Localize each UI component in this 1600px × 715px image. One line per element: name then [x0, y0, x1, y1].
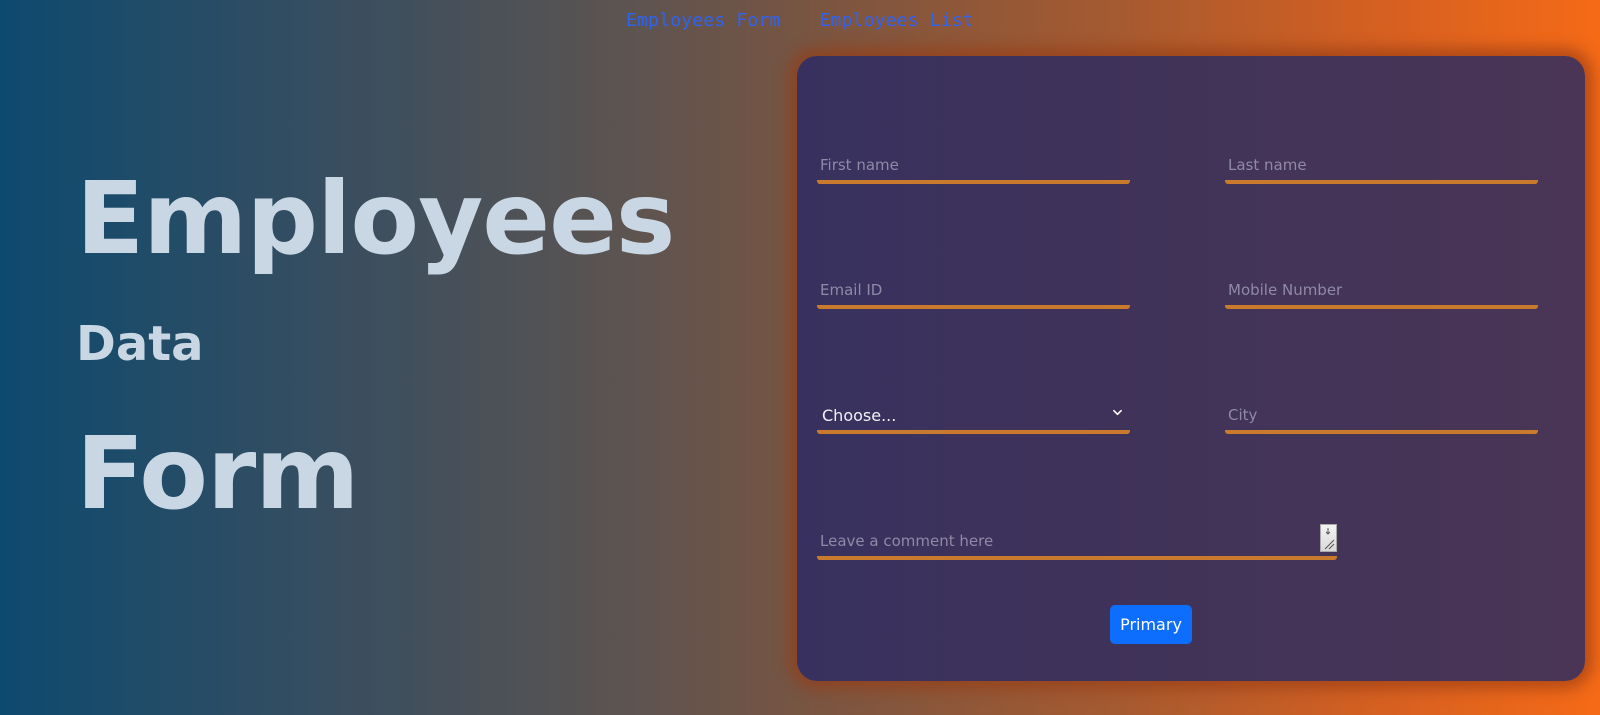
choose-select-wrapper: Choose... — [817, 400, 1130, 434]
city-field-wrapper — [1225, 400, 1538, 434]
resize-grip-icon[interactable] — [1320, 524, 1337, 552]
chevron-down-icon — [1113, 409, 1122, 416]
last-name-field-wrapper — [1225, 150, 1538, 184]
last-name-input[interactable] — [1225, 150, 1538, 180]
mobile-number-input[interactable] — [1225, 275, 1538, 305]
city-input[interactable] — [1225, 400, 1538, 430]
submit-button[interactable]: Primary — [1110, 605, 1192, 644]
choose-select[interactable]: Choose... — [817, 400, 1130, 430]
nav-link-employees-list[interactable]: Employees List — [819, 10, 974, 31]
hero-line-data: Data — [76, 316, 204, 372]
first-name-field-wrapper — [817, 150, 1130, 184]
first-name-input[interactable] — [817, 150, 1130, 180]
nav-link-employees-form[interactable]: Employees Form — [626, 10, 781, 31]
hero-line-employees: Employees — [76, 160, 675, 277]
top-nav: Employees Form Employees List — [0, 10, 1600, 31]
email-input[interactable] — [817, 275, 1130, 305]
email-field-wrapper — [817, 275, 1130, 309]
comment-field-wrapper — [817, 524, 1337, 560]
employee-form-card: Choose... Primary — [797, 56, 1585, 681]
mobile-field-wrapper — [1225, 275, 1538, 309]
comment-textarea[interactable] — [817, 526, 1337, 556]
hero-line-form: Form — [76, 415, 359, 532]
